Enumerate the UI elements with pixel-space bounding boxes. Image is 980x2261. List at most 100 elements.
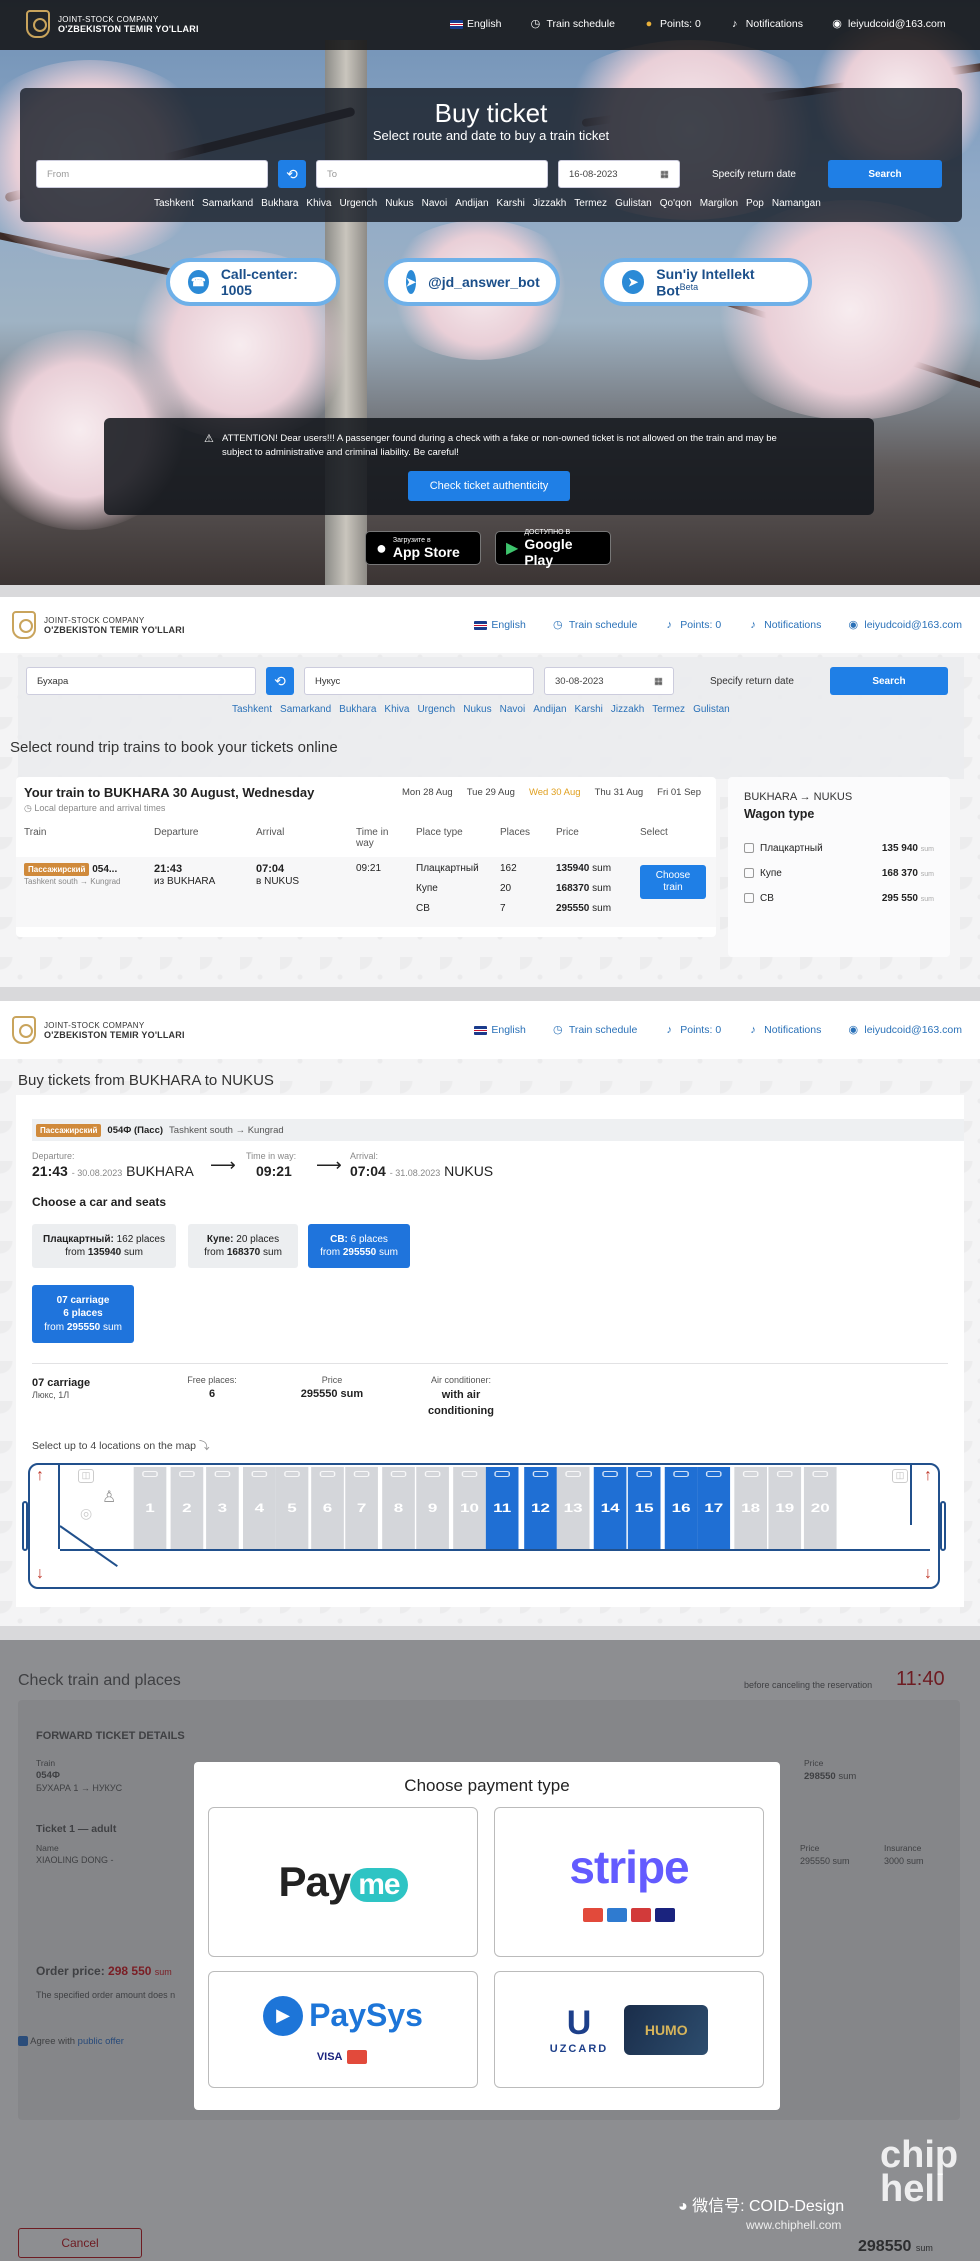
- city-link[interactable]: Urgench: [339, 198, 377, 209]
- language-switch[interactable]: English: [474, 619, 526, 631]
- city-link[interactable]: Gulistan: [615, 198, 652, 209]
- language-switch[interactable]: English: [450, 18, 501, 30]
- language-label: English: [491, 1023, 526, 1036]
- telegram-bot-button[interactable]: ➤ @jd_answer_bot: [384, 258, 560, 306]
- city-link[interactable]: Nukus: [463, 704, 491, 715]
- to-input[interactable]: To: [316, 160, 548, 188]
- choose-train-button[interactable]: Choose train: [640, 865, 706, 899]
- from-input[interactable]: From: [36, 160, 268, 188]
- city-link[interactable]: Khiva: [384, 704, 409, 715]
- city-link[interactable]: Samarkand: [280, 704, 331, 715]
- car-type-platzkart[interactable]: Плацкартный: 162 places from 135940 sum: [32, 1224, 176, 1268]
- to-input[interactable]: Нукус: [304, 667, 534, 695]
- city-link[interactable]: Tashkent: [232, 704, 272, 715]
- city-link[interactable]: Navoi: [500, 704, 526, 715]
- company-logo[interactable]: JOINT-STOCK COMPANY O'ZBEKISTON TEMIR YO'…: [12, 1016, 185, 1044]
- city-link[interactable]: Samarkand: [202, 198, 253, 209]
- pillow-icon: [812, 1471, 829, 1477]
- call-center-button[interactable]: ☎ Call-center: 1005: [166, 258, 340, 306]
- nav-notifications[interactable]: ♪ Notifications: [747, 619, 821, 631]
- nav-points[interactable]: ● Points: 0: [643, 18, 701, 30]
- wagon-type-option[interactable]: СВ 295 550 sum: [744, 893, 934, 904]
- city-link[interactable]: Khiva: [306, 198, 331, 209]
- city-link[interactable]: Andijan: [455, 198, 488, 209]
- wagon-type-option[interactable]: Плацкартный 135 940 sum: [744, 843, 934, 854]
- company-logo[interactable]: JOINT-STOCK COMPANY O'ZBEKISTON TEMIR YO…: [26, 10, 199, 38]
- carriage-name: 07 carriage: [32, 1377, 91, 1389]
- return-date-link[interactable]: Specify return date: [710, 676, 794, 687]
- car-type-kupe[interactable]: Купе: 20 places from 168370 sum: [188, 1224, 298, 1268]
- city-link[interactable]: Jizzakh: [533, 198, 566, 209]
- nav-account[interactable]: ◉ leiyudcoid@163.com: [831, 18, 945, 30]
- day-tab[interactable]: Tue 29 Aug: [467, 787, 515, 798]
- language-switch[interactable]: English: [474, 1023, 526, 1036]
- city-link[interactable]: Pop: [746, 198, 764, 209]
- app-store-button[interactable]: ● Загрузите в App Store: [365, 531, 481, 565]
- amex-icon: [607, 1907, 627, 1922]
- clock-icon: ◷: [530, 18, 541, 31]
- city-link[interactable]: Namangan: [772, 198, 821, 209]
- company-logo[interactable]: JOINT-STOCK COMPANY O'ZBEKISTON TEMIR YO'…: [12, 611, 185, 639]
- date-input[interactable]: 30-08-2023 ▦: [544, 667, 674, 695]
- google-play-button[interactable]: ▶ ДОСТУПНО В Google Play: [495, 529, 611, 568]
- seat[interactable]: 12: [524, 1467, 557, 1549]
- seat[interactable]: 16: [664, 1467, 698, 1549]
- from-input[interactable]: Бухара: [26, 667, 256, 695]
- city-link[interactable]: Bukhara: [261, 198, 298, 209]
- city-link[interactable]: Navoi: [422, 198, 448, 209]
- day-tab[interactable]: Thu 31 Aug: [595, 787, 644, 798]
- day-tab-active[interactable]: Wed 30 Aug: [529, 787, 581, 798]
- city-link[interactable]: Qo'qon: [660, 198, 692, 209]
- paysys-option[interactable]: ▶ PaySys VISA: [208, 1971, 478, 2088]
- check-ticket-button[interactable]: Check ticket authenticity: [408, 471, 570, 501]
- search-button[interactable]: Search: [828, 160, 942, 188]
- seat[interactable]: 11: [485, 1467, 519, 1549]
- seat: 13: [556, 1467, 590, 1549]
- payme-option[interactable]: Pay me: [208, 1807, 478, 1957]
- date-input[interactable]: 16-08-2023 ▦: [558, 160, 680, 188]
- nav-account[interactable]: ◉ leiyudcoid@163.com: [847, 619, 962, 631]
- stripe-option[interactable]: stripe: [494, 1807, 764, 1957]
- seat[interactable]: 17: [697, 1467, 731, 1549]
- ai-bot-button[interactable]: ➤ Sun'iy Intellekt BotBeta: [600, 258, 812, 306]
- city-link[interactable]: Gulistan: [693, 704, 730, 715]
- nav-notifications[interactable]: ♪ Notifications: [729, 18, 803, 30]
- car-type-sv-selected[interactable]: СВ: 6 places from 295550 sum: [308, 1224, 410, 1268]
- city-link[interactable]: Karshi: [575, 704, 603, 715]
- city-link[interactable]: Bukhara: [339, 704, 376, 715]
- train-name[interactable]: Пассажирский 054...: [24, 863, 117, 876]
- swap-button[interactable]: ⟲: [266, 667, 294, 695]
- seat[interactable]: 14: [593, 1467, 627, 1549]
- nav-points[interactable]: ♪ Points: 0: [663, 1024, 722, 1036]
- uzcard-humo-option[interactable]: U UZCARD HUMO: [494, 1971, 764, 2088]
- city-link[interactable]: Andijan: [533, 704, 566, 715]
- city-link[interactable]: Termez: [574, 198, 607, 209]
- seat[interactable]: 15: [627, 1467, 661, 1549]
- nav-schedule[interactable]: ◷ Train schedule: [552, 1024, 637, 1036]
- user-icon: ◉: [848, 619, 859, 632]
- city-link[interactable]: Urgench: [417, 704, 455, 715]
- place-type: Плацкартный: [416, 863, 479, 874]
- city-link[interactable]: Tashkent: [154, 198, 194, 209]
- search-button[interactable]: Search: [830, 667, 948, 695]
- public-offer-link[interactable]: public offer: [78, 2036, 124, 2047]
- city-link[interactable]: Karshi: [497, 198, 525, 209]
- city-link[interactable]: Margilon: [700, 198, 738, 209]
- agree-row[interactable]: Agree with public offer: [18, 2036, 124, 2047]
- wagon-type-option[interactable]: Купе 168 370 sum: [744, 868, 934, 879]
- day-tab[interactable]: Fri 01 Sep: [657, 787, 701, 798]
- city-link[interactable]: Nukus: [385, 198, 413, 209]
- nav-account[interactable]: ◉ leiyudcoid@163.com: [847, 1024, 962, 1036]
- swap-button[interactable]: ⟲: [278, 160, 306, 188]
- car-type-unit: sum: [263, 1247, 282, 1258]
- nav-schedule[interactable]: ◷ Train schedule: [552, 619, 637, 631]
- city-link[interactable]: Jizzakh: [611, 704, 644, 715]
- nav-schedule[interactable]: ◷ Train schedule: [529, 18, 615, 31]
- carriage-07-button[interactable]: 07 carriage 6 places from 295550 sum: [32, 1285, 134, 1343]
- nav-notifications[interactable]: ♪ Notifications: [747, 1024, 821, 1036]
- return-date-link[interactable]: Specify return date: [712, 169, 796, 180]
- nav-points[interactable]: ♪ Points: 0: [663, 619, 722, 631]
- cancel-button[interactable]: Cancel: [18, 2228, 142, 2258]
- day-tab[interactable]: Mon 28 Aug: [402, 787, 453, 798]
- city-link[interactable]: Termez: [652, 704, 685, 715]
